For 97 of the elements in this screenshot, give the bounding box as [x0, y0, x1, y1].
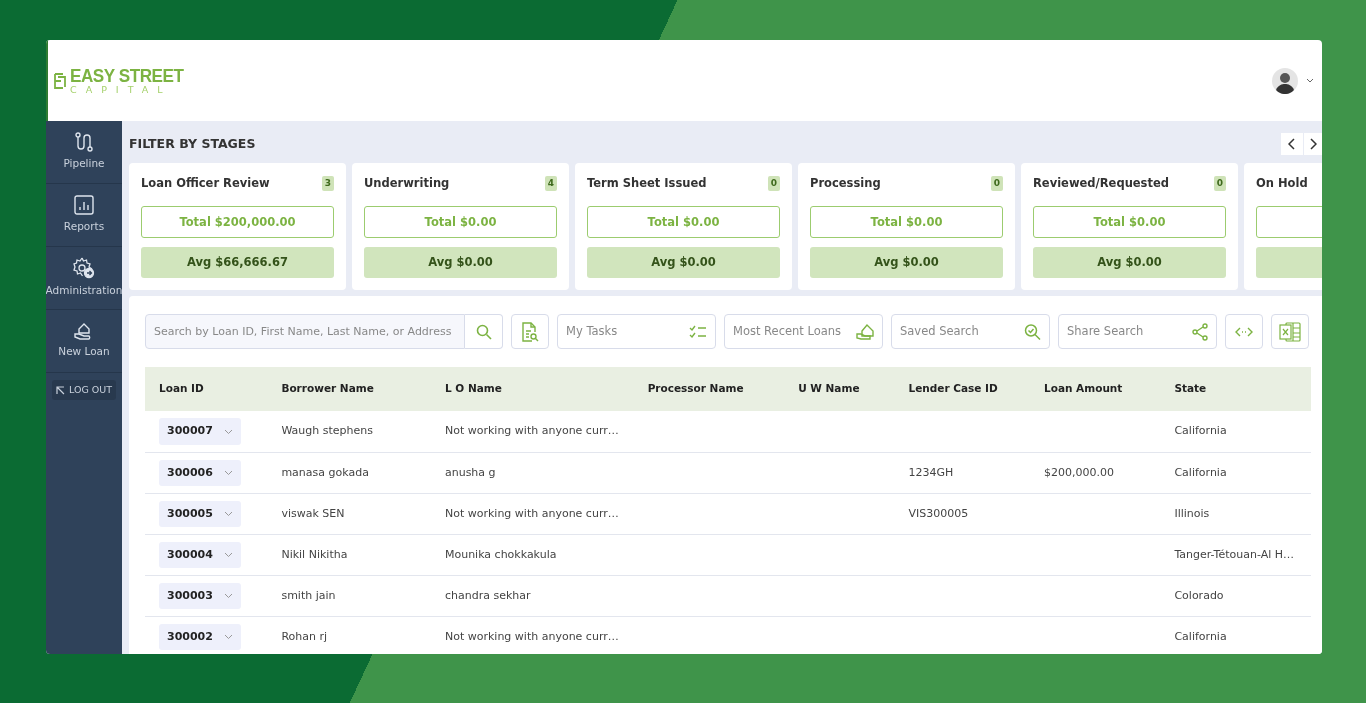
column-header: State [1160, 367, 1311, 412]
table-cell: Mounika chokkakula [444, 547, 557, 561]
previous-button[interactable] [1281, 133, 1303, 155]
column-header: U W Name [784, 367, 895, 412]
table-cell: chandra sekhar [444, 588, 531, 602]
stage-name: Term Sheet Issued [587, 175, 707, 192]
table-cell: Rohan rj [281, 629, 328, 643]
stage-name: Underwriting [364, 175, 450, 192]
table-cell: California [1174, 465, 1227, 479]
loan-id-dropdown[interactable]: 300005 [159, 500, 241, 527]
count-badge: 0 [767, 175, 780, 192]
table-cell: Nikil Nikitha [281, 547, 348, 561]
caret-icon [224, 633, 233, 640]
pipeline-icon [75, 132, 93, 153]
count-badge: 3 [321, 175, 334, 192]
count-badge: 4 [544, 175, 557, 192]
arrow-icon [56, 385, 65, 395]
table-cell: smith jain [281, 588, 336, 602]
filter-field[interactable]: Most Recent Loans [724, 314, 883, 350]
code-icon [1235, 326, 1253, 337]
table-cell: California [1174, 629, 1227, 643]
table-cell: Colorado [1174, 588, 1224, 602]
total-box: Total $0.00 [364, 206, 557, 239]
filter-field[interactable]: Share Search [1058, 314, 1217, 350]
average-box: Avg $0.00 [587, 247, 780, 279]
table-cell: Waugh stephens [281, 424, 373, 438]
stage-card[interactable]: On Hold [1244, 163, 1322, 291]
stage-name: Loan Officer Review [141, 175, 270, 192]
stage-card[interactable]: Reviewed/Requested 0 Total $0.00 Avg $0.00 [1021, 163, 1238, 291]
table-cell: Not working with anyone curr… [444, 424, 619, 438]
caret-icon [224, 510, 233, 517]
filter-field[interactable]: My Tasks [557, 314, 716, 350]
column-header: L O Name [430, 367, 634, 412]
total-box: Total $200,000.00 [141, 206, 334, 239]
next-button[interactable] [1304, 133, 1322, 155]
count-badge: 0 [990, 175, 1003, 192]
stage-card[interactable]: Loan Officer Review 3 Total $200,000.00 Avg $66,666.67 [129, 163, 346, 291]
logo-icon [54, 71, 66, 90]
column-header: Loan Amount [1030, 367, 1161, 412]
caret-icon [224, 592, 233, 599]
total-box: Total $0.00 [810, 206, 1003, 239]
document-search-icon [521, 321, 539, 342]
search-field[interactable]: Search by Loan ID, First Name, Last Name, or Address [145, 314, 465, 350]
average-box: Avg $66,666.67 [141, 247, 334, 279]
total-box: Total $0.00 [587, 206, 780, 239]
count-badge: 0 [1213, 175, 1226, 192]
total-box: Total $0.00 [1033, 206, 1226, 239]
loan-id-dropdown[interactable]: 300007 [159, 418, 241, 445]
loan-id-dropdown[interactable]: 300006 [159, 459, 241, 486]
loan-id-dropdown[interactable]: 300002 [159, 623, 241, 650]
loan-id-dropdown[interactable]: 300004 [159, 541, 241, 568]
column-header: Lender Case ID [894, 367, 1030, 412]
gear-icon [73, 257, 95, 280]
average-box: Avg $0.00 [810, 247, 1003, 279]
filter-field[interactable]: Saved Search [891, 314, 1050, 350]
logo-tagline: CAPITAL [70, 85, 173, 95]
caret-icon [224, 469, 233, 476]
search-icon [475, 323, 492, 340]
house-hand-icon [856, 322, 874, 341]
table-cell: anusha g [444, 465, 496, 479]
stage-name: Processing [810, 175, 881, 192]
table-cell: $200,000.00 [1044, 465, 1114, 479]
column-header: Borrower Name [267, 367, 431, 412]
table-cell: Not working with anyone curr… [444, 506, 619, 520]
table-cell: Tanger-Tétouan-Al H… [1174, 547, 1294, 561]
logo-text: EASY STREET [70, 66, 184, 86]
loan-id-dropdown[interactable]: 300003 [159, 582, 241, 609]
stage-card[interactable]: Processing 0 Total $0.00 Avg $0.00 [798, 163, 1015, 291]
table-cell: Illinois [1174, 506, 1210, 520]
stage-name: On Hold [1256, 175, 1308, 192]
share-icon [1192, 322, 1208, 341]
stage-card[interactable]: Term Sheet Issued 0 Total $0.00 Avg $0.00 [575, 163, 792, 291]
checklist-icon [689, 324, 707, 339]
stage-name: Reviewed/Requested [1033, 175, 1169, 192]
search-check-icon [1024, 323, 1041, 341]
caret-icon [224, 551, 233, 558]
caret-icon [224, 428, 233, 435]
chevron-left-icon [1288, 138, 1296, 150]
chevron-right-icon [1309, 138, 1317, 150]
table-cell: manasa gokada [281, 465, 369, 479]
spreadsheet-icon [1279, 320, 1301, 343]
table-cell: VIS300005 [908, 506, 969, 520]
avatar-icon[interactable] [1272, 67, 1298, 94]
column-header: Loan ID [145, 367, 268, 412]
table-cell: viswak SEN [281, 506, 345, 520]
chart-icon [74, 195, 94, 216]
search-button[interactable] [465, 314, 503, 350]
logout-button[interactable]: LOG OUT [52, 380, 116, 401]
table-cell: California [1174, 424, 1227, 438]
stage-card[interactable]: Underwriting 4 Total $0.00 Avg $0.00 [352, 163, 569, 291]
caret-icon[interactable] [1306, 78, 1314, 83]
section-title: FILTER BY STAGES [129, 135, 256, 153]
column-header: Processor Name [633, 367, 785, 412]
average-box: Avg $0.00 [364, 247, 557, 279]
table-cell: 1234GH [908, 465, 954, 479]
table-cell: Not working with anyone curr… [444, 629, 619, 643]
average-box: Avg $0.00 [1033, 247, 1226, 279]
